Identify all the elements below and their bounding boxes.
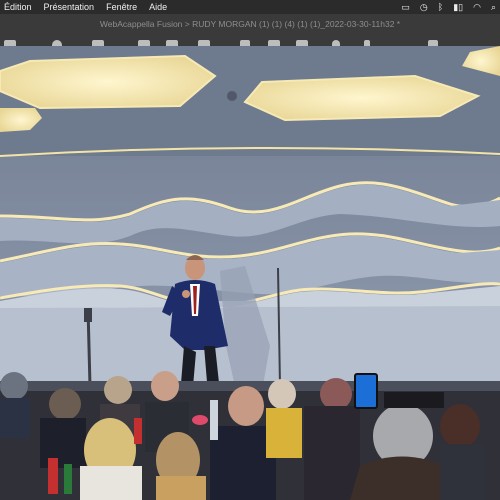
wifi-icon[interactable]: ◠	[473, 0, 481, 14]
ceiling-speaker	[227, 91, 237, 101]
ceiling-light	[0, 54, 217, 110]
status-icons: ▭ ◷ ᛒ ▮▯ ◠ ⌕	[401, 0, 496, 14]
menu-fenetre[interactable]: Fenêtre	[100, 0, 143, 14]
battery-icon[interactable]: ▮▯	[453, 0, 463, 14]
menu-bar: Édition Présentation Fenêtre Aide ▭ ◷ ᛒ …	[0, 0, 500, 14]
menu-presentation[interactable]: Présentation	[38, 0, 101, 14]
menu-aide[interactable]: Aide	[143, 0, 173, 14]
concert-scene	[0, 46, 500, 500]
search-icon[interactable]: ⌕	[491, 0, 496, 14]
menu-edition[interactable]: Édition	[0, 0, 38, 14]
bluetooth-icon[interactable]: ᛒ	[438, 0, 443, 14]
video-frame[interactable]	[0, 46, 500, 500]
time-machine-icon[interactable]: ◷	[420, 0, 428, 14]
screen-mirroring-icon[interactable]: ▭	[401, 0, 410, 14]
toolbar	[0, 34, 500, 46]
window-title: WebAcappella Fusion > RUDY MORGAN (1) (1…	[99, 19, 401, 29]
mic-stand	[84, 308, 92, 322]
window-titlebar: WebAcappella Fusion > RUDY MORGAN (1) (1…	[0, 14, 500, 34]
